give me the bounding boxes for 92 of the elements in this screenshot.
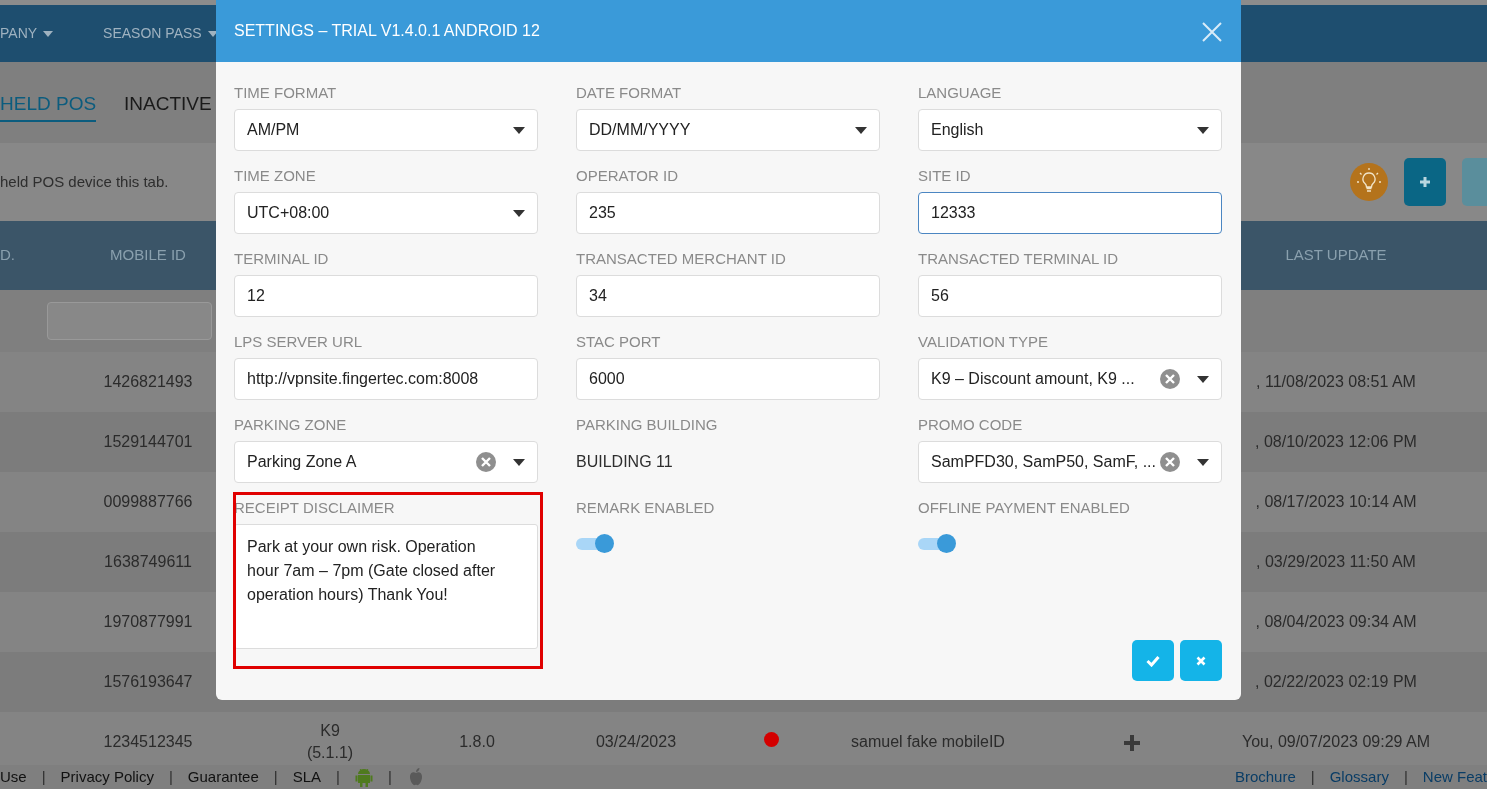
table-cell: , 08/17/2023 10:14 AM (1255, 493, 1417, 510)
table-cell: , 03/29/2023 11:50 AM (1256, 553, 1416, 570)
table-cell: , 11/08/2023 08:51 AM (1256, 373, 1416, 390)
table-cell: , 08/10/2023 12:06 PM (1255, 433, 1417, 450)
field-label: TRANSACTED TERMINAL ID (918, 251, 1119, 267)
field-label: STAC PORT (576, 334, 661, 350)
toggle-switch[interactable] (918, 534, 956, 552)
tab[interactable]: INACTIVE (124, 90, 212, 122)
separator: | (387, 766, 392, 787)
toggle-switch[interactable] (576, 534, 614, 552)
table-cell: 1638749611 (104, 553, 192, 570)
dropdown[interactable]: DD/MM/YYYY (576, 109, 880, 151)
table-cell: samuel fake mobileID (851, 733, 1005, 750)
check-icon (1146, 654, 1160, 667)
footer-link[interactable]: Privacy Policy (60, 765, 154, 789)
caret-icon (513, 458, 525, 466)
input-field[interactable]: 12333 (918, 192, 1222, 234)
input-field[interactable]: 6000 (576, 358, 880, 400)
caret-icon (1197, 375, 1209, 383)
close-icon (1201, 21, 1223, 44)
field-label: RECEIPT DISCLAIMER (234, 500, 395, 516)
table-cell: You, 09/07/2023 09:29 AM (1242, 733, 1430, 750)
close-icon (1196, 655, 1206, 666)
input-field[interactable]: http://vpnsite.fingertec.com:8008 (234, 358, 538, 400)
separator: | (1310, 766, 1315, 787)
clear-icon[interactable] (1159, 368, 1181, 390)
dropdown[interactable]: UTC+08:00 (234, 192, 538, 234)
table-cell: 03/24/2023 (595, 733, 677, 750)
input-field[interactable]: 235 (576, 192, 880, 234)
table-cell: 1576193647 (103, 673, 193, 690)
table-cell: , 02/22/2023 02:19 PM (1255, 673, 1417, 690)
input-field[interactable]: 34 (576, 275, 880, 317)
close-button[interactable] (1201, 20, 1223, 42)
caret-icon (513, 126, 525, 134)
caret-icon (855, 126, 867, 134)
field-label: REMARK ENABLED (576, 500, 715, 516)
field-label: VALIDATION TYPE (918, 334, 1049, 350)
field-label: TIME FORMAT (234, 85, 337, 101)
add-button[interactable] (1404, 158, 1446, 206)
plus-icon (1419, 176, 1431, 188)
field-label: OFFLINE PAYMENT ENABLED (918, 500, 1130, 516)
dropdown[interactable]: English (918, 109, 1222, 151)
filter-field[interactable] (47, 302, 212, 340)
field-label: PARKING ZONE (234, 417, 347, 433)
dropdown[interactable]: AM/PM (234, 109, 538, 151)
plus-icon[interactable] (1123, 733, 1141, 752)
separator: | (41, 766, 46, 787)
cancel-button[interactable] (1180, 640, 1222, 681)
field-value: BUILDING 11 (576, 452, 674, 472)
table-cell: 1426821493 (103, 373, 193, 390)
caret-icon (43, 30, 54, 37)
separator: | (273, 766, 278, 787)
separator: | (336, 766, 340, 787)
nav-menu-item[interactable]: PANY (0, 23, 54, 44)
field-label: SITE ID (918, 168, 971, 184)
input-field[interactable]: 56 (918, 275, 1222, 317)
footer-link[interactable]: Use (0, 765, 27, 789)
android-icon[interactable] (354, 767, 373, 787)
separator: | (1403, 766, 1408, 787)
dropdown[interactable]: K9 – Discount amount, K9 ... (918, 358, 1222, 400)
table-cell: , 08/04/2023 09:34 AM (1255, 613, 1417, 630)
clear-icon[interactable] (1159, 451, 1181, 473)
field-label: PROMO CODE (918, 417, 1023, 433)
caret-icon (513, 209, 525, 217)
footer-link[interactable]: SLA (292, 765, 321, 789)
table-cell: 0099887766 (103, 493, 193, 510)
field-label: LPS SERVER URL (234, 334, 363, 350)
text-area[interactable]: Park at your own risk. Operation hour 7am – 7pm (Gate closed after operation hours) Thank You! (234, 524, 538, 649)
dropdown[interactable]: Parking Zone A (234, 441, 538, 483)
clear-icon[interactable] (475, 451, 497, 473)
table-cell: 1529144701 (103, 433, 193, 450)
info-text: held POS device this tab. (0, 171, 169, 192)
field-label: PARKING BUILDING (576, 417, 718, 433)
confirm-button[interactable] (1132, 640, 1174, 681)
table-cell-text: K9 (5.1.1) (306, 720, 354, 763)
caret-icon (1197, 126, 1209, 134)
separator: | (168, 766, 173, 787)
footer-link[interactable]: Guarantee (187, 765, 259, 789)
modal-title: SETTINGS – TRIAL V1.4.0.1 ANDROID 12 (234, 21, 540, 41)
field-label: LANGUAGE (918, 85, 1002, 101)
table-cell: 1234512345 (103, 733, 193, 750)
dropdown[interactable]: SamPFD30, SamP50, SamF, ... (918, 441, 1222, 483)
caret-icon (1197, 458, 1209, 466)
lightbulb-icon[interactable] (1350, 163, 1388, 201)
field-label: OPERATOR ID (576, 168, 678, 184)
field-label: TIME ZONE (234, 168, 316, 184)
table-cell: 1.8.0 (459, 733, 495, 750)
field-label: TERMINAL ID (234, 251, 329, 267)
field-label: DATE FORMAT (576, 85, 682, 101)
input-field[interactable]: 12 (234, 275, 538, 317)
table-cell: 1970877991 (103, 613, 193, 630)
field-label: TRANSACTED MERCHANT ID (576, 251, 786, 267)
